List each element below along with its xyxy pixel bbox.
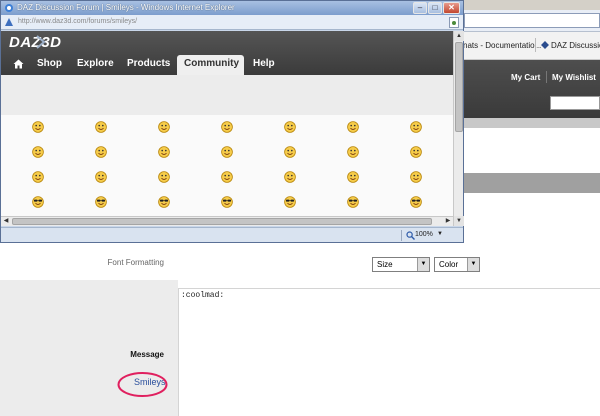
background-section-bar: [460, 118, 600, 128]
vertical-scroll-thumb[interactable]: [455, 42, 463, 132]
nav-help[interactable]: Help: [253, 58, 275, 69]
site-search-input[interactable]: [550, 96, 600, 110]
smiley-blush-icon[interactable]: [284, 171, 296, 183]
status-divider: [401, 230, 402, 241]
smiley-happy-icon[interactable]: [284, 146, 296, 158]
message-textarea[interactable]: :coolmad:: [178, 288, 600, 416]
smiley-wink-icon[interactable]: [221, 121, 233, 133]
smiley-cool-icon[interactable]: [347, 196, 359, 208]
minimize-button[interactable]: –: [413, 2, 427, 14]
zoom-icon: [406, 231, 415, 240]
nav-explore[interactable]: Explore: [77, 58, 114, 69]
smiley-laugh-icon[interactable]: [32, 171, 44, 183]
background-site-header: My Cart My Wishlist: [460, 60, 600, 118]
zoom-level[interactable]: 100%: [415, 231, 433, 238]
site-navigation-bar: DAZ3D Shop Explore Products Community He…: [1, 31, 453, 75]
smiley-grin-icon[interactable]: [32, 146, 44, 158]
maximize-button[interactable]: □: [428, 2, 442, 14]
popup-address-bar: http://www.daz3d.com/forums/smileys/: [1, 15, 463, 30]
status-bar: 100% ▼: [1, 227, 463, 242]
vertical-scrollbar[interactable]: ▲ ▼: [453, 31, 464, 226]
smiley-cool-icon[interactable]: [158, 196, 170, 208]
nav-community[interactable]: Community: [177, 55, 244, 75]
close-button[interactable]: ✕: [443, 2, 460, 14]
smiley-grin-icon[interactable]: [95, 121, 107, 133]
background-favorites-bar: nats - Documentatio... DAZ Discussion: [460, 32, 600, 60]
smiley-blush-icon[interactable]: [410, 121, 422, 133]
chevron-down-icon: ▼: [417, 258, 429, 271]
scroll-left-arrow-icon[interactable]: ◀: [1, 217, 11, 226]
smiley-smirk-icon[interactable]: [158, 171, 170, 183]
page-status-icon[interactable]: [449, 17, 459, 28]
horizontal-scrollbar[interactable]: ◀ ▶: [1, 216, 453, 226]
smiley-smile-icon[interactable]: [347, 171, 359, 183]
smiley-cool-icon[interactable]: [284, 196, 296, 208]
my-cart-link[interactable]: My Cart: [511, 73, 540, 82]
smiley-laugh-icon[interactable]: [95, 146, 107, 158]
smiley-wink-icon[interactable]: [95, 171, 107, 183]
favorite-link-label: DAZ Discussion: [551, 41, 600, 50]
my-wishlist-link[interactable]: My Wishlist: [552, 73, 596, 82]
horizontal-scroll-thumb[interactable]: [12, 218, 432, 225]
favorites-divider: [535, 38, 536, 52]
favorite-link-daz-discussion[interactable]: DAZ Discussion: [541, 41, 600, 50]
smiley-smile-icon[interactable]: [32, 121, 44, 133]
smiley-cool-icon[interactable]: [221, 196, 233, 208]
logo-slash-icon: [36, 35, 46, 49]
color-select-value: Color: [439, 260, 459, 269]
smiley-grin-icon[interactable]: [410, 171, 422, 183]
smiley-smile-icon[interactable]: [410, 146, 422, 158]
size-select-value: Size: [377, 260, 393, 269]
nav-community-label: Community: [184, 58, 239, 69]
window-title: DAZ Discussion Forum | Smileys - Windows…: [17, 3, 235, 12]
ie-icon: [5, 4, 13, 12]
zoom-dropdown-icon[interactable]: ▼: [437, 231, 443, 237]
smiley-blush-icon[interactable]: [347, 146, 359, 158]
favorite-link-documentation[interactable]: nats - Documentatio...: [463, 41, 541, 50]
background-address-bar: [460, 10, 600, 32]
scroll-down-arrow-icon[interactable]: ▼: [454, 216, 464, 226]
smiley-smirk-icon[interactable]: [221, 146, 233, 158]
smiley-smirk-icon[interactable]: [284, 121, 296, 133]
scroll-up-arrow-icon[interactable]: ▲: [454, 31, 464, 41]
home-icon[interactable]: [13, 59, 24, 69]
nav-products[interactable]: Products: [127, 58, 170, 69]
popup-url[interactable]: http://www.daz3d.com/forums/smileys/: [18, 18, 137, 25]
chevron-down-icon: ▼: [467, 258, 479, 271]
size-select[interactable]: Size ▼: [372, 257, 430, 272]
smiley-cool-icon[interactable]: [410, 196, 422, 208]
background-address-input[interactable]: [464, 13, 600, 28]
daz-favicon-icon: [541, 41, 549, 49]
message-label: Message: [130, 350, 164, 359]
nav-shop[interactable]: Shop: [37, 58, 62, 69]
window-titlebar[interactable]: DAZ Discussion Forum | Smileys - Windows…: [1, 1, 463, 15]
smileys-popup-window: DAZ Discussion Forum | Smileys - Windows…: [0, 0, 464, 243]
page-banner-area: [1, 75, 453, 115]
smiley-laugh-icon[interactable]: [158, 121, 170, 133]
font-formatting-label: Font Formatting: [107, 258, 164, 267]
background-form-header-bar: [460, 173, 600, 193]
smiley-happy-icon[interactable]: [347, 121, 359, 133]
scroll-right-arrow-icon[interactable]: ▶: [443, 217, 453, 226]
smiley-grid: [1, 115, 453, 226]
smiley-cool-icon[interactable]: [95, 196, 107, 208]
color-select[interactable]: Color ▼: [434, 257, 480, 272]
ie-page-icon: [5, 18, 13, 26]
highlight-circle-annotation: [117, 372, 168, 397]
header-link-divider: [546, 71, 547, 83]
popup-viewport: DAZ3D Shop Explore Products Community He…: [1, 31, 453, 226]
smiley-cool-icon[interactable]: [32, 196, 44, 208]
smiley-wink-icon[interactable]: [158, 146, 170, 158]
smiley-happy-icon[interactable]: [221, 171, 233, 183]
